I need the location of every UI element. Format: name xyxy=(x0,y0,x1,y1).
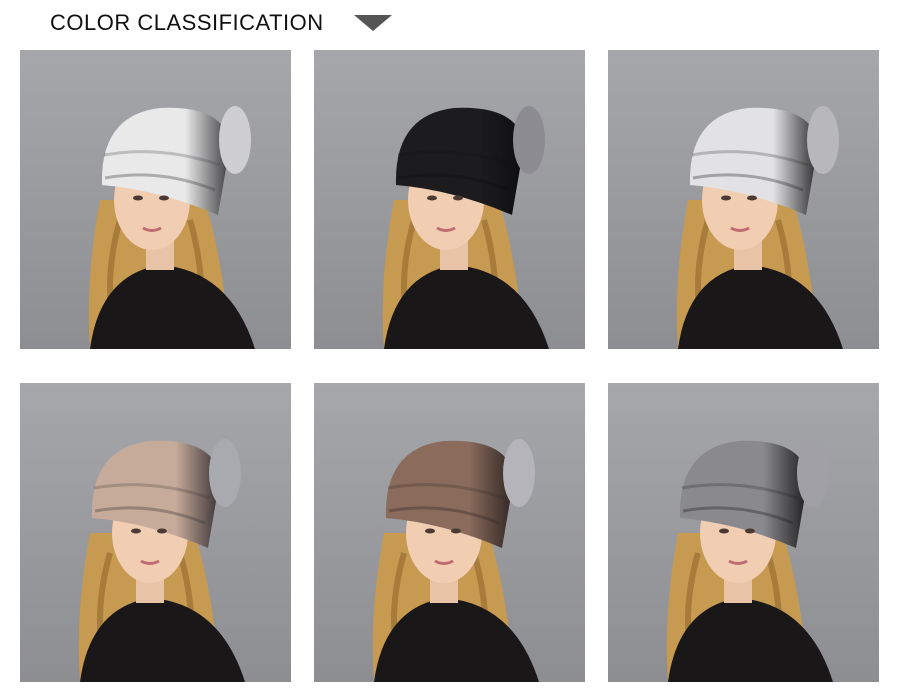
fur-pompom xyxy=(513,106,545,174)
model-illustration xyxy=(20,50,291,349)
model-illustration xyxy=(20,383,291,682)
model-illustration xyxy=(608,383,879,682)
model-illustration xyxy=(608,50,879,349)
model-illustration xyxy=(314,383,585,682)
fur-pompom xyxy=(503,439,535,507)
product-photo-variant[interactable] xyxy=(314,50,585,349)
color-grid xyxy=(0,0,900,697)
model-illustration xyxy=(314,50,585,349)
product-photo-variant[interactable] xyxy=(20,50,291,349)
product-photo-variant[interactable] xyxy=(20,383,291,682)
product-photo-variant[interactable] xyxy=(314,383,585,682)
product-photo-variant[interactable] xyxy=(608,50,879,349)
fur-pompom xyxy=(209,439,241,507)
fur-pompom xyxy=(807,106,839,174)
product-photo-variant[interactable] xyxy=(608,383,879,682)
fur-pompom xyxy=(219,106,251,174)
fur-pompom xyxy=(797,439,829,507)
